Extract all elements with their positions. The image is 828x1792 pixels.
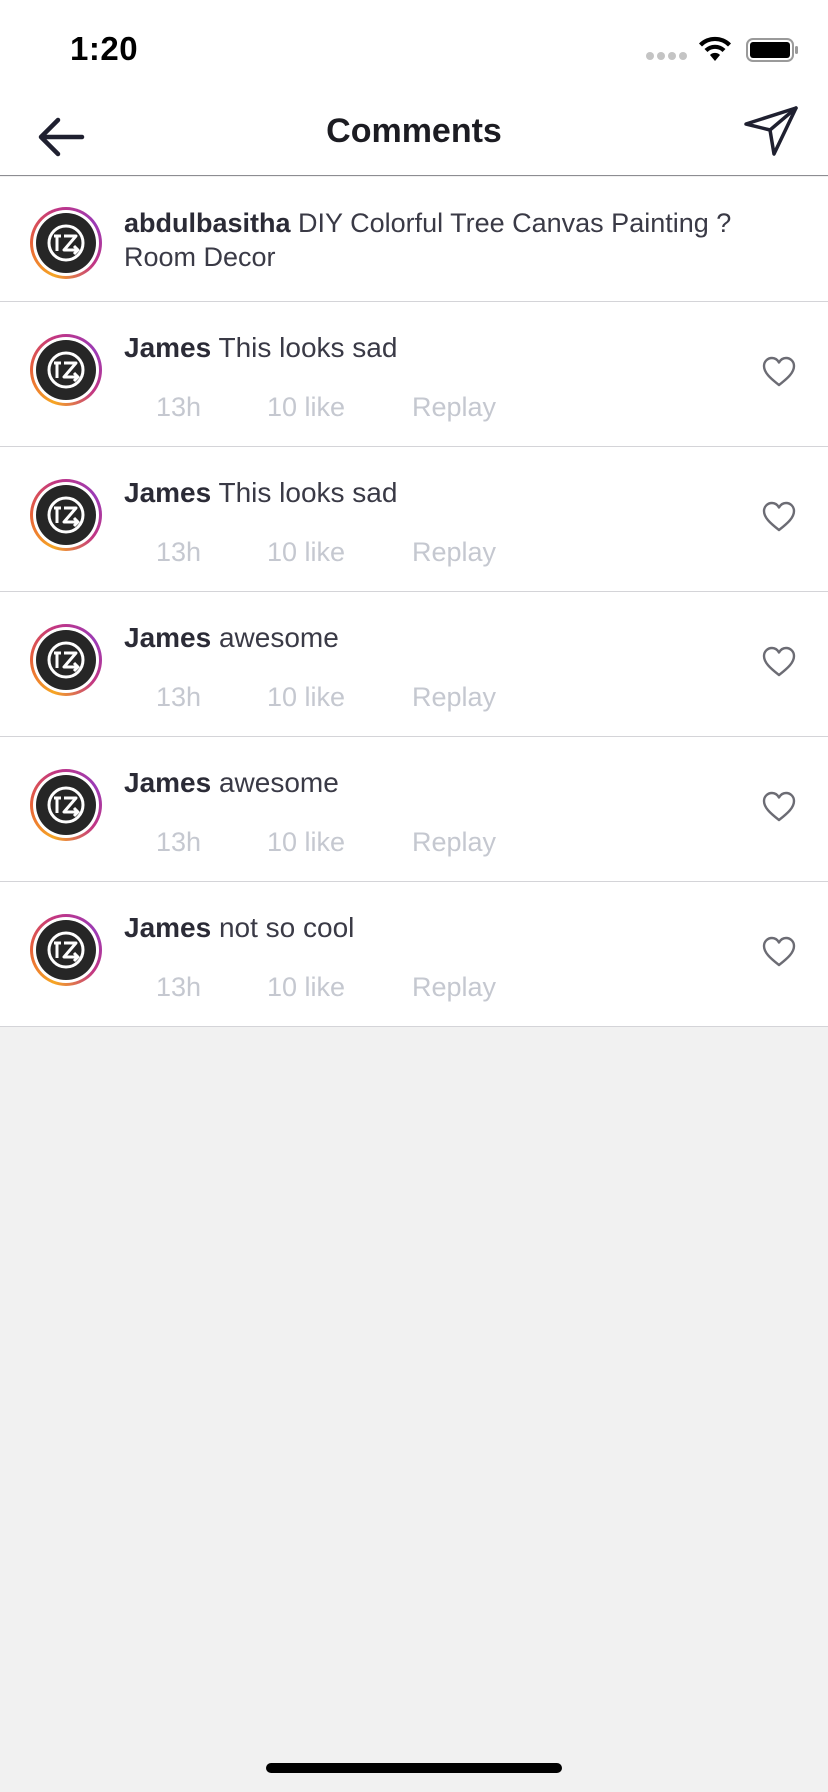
comment-username[interactable]: James bbox=[124, 912, 211, 943]
comment-time: 13h bbox=[156, 682, 202, 712]
avatar[interactable] bbox=[30, 334, 102, 406]
comment-username[interactable]: James bbox=[124, 622, 211, 653]
heart-icon bbox=[762, 936, 796, 967]
comment-text: James This looks sad bbox=[124, 477, 397, 509]
battery-icon bbox=[746, 38, 798, 62]
logo-icon bbox=[47, 224, 85, 262]
comment-text: James awesome bbox=[124, 622, 339, 654]
comment-likes[interactable]: 10 like bbox=[267, 827, 345, 858]
reply-button[interactable]: Replay bbox=[412, 682, 496, 713]
comment-row: James not so cool 13h 10 like Replay bbox=[0, 882, 828, 1027]
caption-row: abdulbasitha DIY Colorful Tree Canvas Pa… bbox=[0, 177, 828, 302]
like-button[interactable] bbox=[762, 646, 796, 678]
avatar[interactable] bbox=[30, 914, 102, 986]
comment-text: James This looks sad bbox=[124, 332, 397, 364]
comment-username[interactable]: James bbox=[124, 767, 211, 798]
like-button[interactable] bbox=[762, 936, 796, 968]
caption-text: abdulbasitha DIY Colorful Tree Canvas Pa… bbox=[124, 206, 794, 274]
reply-button[interactable]: Replay bbox=[412, 392, 496, 423]
caption-username[interactable]: abdulbasitha bbox=[124, 208, 291, 238]
comment-likes[interactable]: 10 like bbox=[267, 682, 345, 713]
comment-likes[interactable]: 10 like bbox=[267, 392, 345, 423]
like-button[interactable] bbox=[762, 356, 796, 388]
home-indicator[interactable] bbox=[266, 1763, 562, 1773]
reply-button[interactable]: Replay bbox=[412, 827, 496, 858]
comment-time: 13h bbox=[156, 537, 202, 567]
logo-icon bbox=[47, 786, 85, 824]
comment-username[interactable]: James bbox=[124, 477, 211, 508]
page-title: Comments bbox=[326, 112, 502, 150]
reply-button[interactable]: Replay bbox=[412, 972, 496, 1003]
comment-time: 13h bbox=[156, 972, 202, 1002]
logo-icon bbox=[47, 496, 85, 534]
comment-username[interactable]: James bbox=[124, 332, 211, 363]
heart-icon bbox=[762, 646, 796, 677]
logo-icon bbox=[47, 641, 85, 679]
comment-body: not so cool bbox=[218, 912, 355, 943]
logo-icon bbox=[47, 931, 85, 969]
navigation-bar: Comments bbox=[0, 100, 828, 176]
send-button[interactable] bbox=[744, 106, 798, 156]
wifi-icon bbox=[699, 36, 731, 61]
comment-body: awesome bbox=[218, 622, 339, 653]
heart-icon bbox=[762, 501, 796, 532]
status-bar: 1:20 bbox=[0, 0, 828, 100]
comment-text: James awesome bbox=[124, 767, 339, 799]
avatar[interactable] bbox=[30, 769, 102, 841]
comment-body: This looks sad bbox=[218, 332, 398, 363]
comment-time: 13h bbox=[156, 827, 202, 857]
comments-list: abdulbasitha DIY Colorful Tree Canvas Pa… bbox=[0, 177, 828, 1027]
comment-row: James This looks sad 13h 10 like Replay bbox=[0, 447, 828, 592]
comment-time: 13h bbox=[156, 392, 202, 422]
status-time: 1:20 bbox=[70, 30, 139, 67]
logo-icon bbox=[47, 351, 85, 389]
signal-icon bbox=[646, 52, 687, 60]
reply-button[interactable]: Replay bbox=[412, 537, 496, 568]
comment-row: James awesome 13h 10 like Replay bbox=[0, 737, 828, 882]
like-button[interactable] bbox=[762, 501, 796, 533]
heart-icon bbox=[762, 791, 796, 822]
like-button[interactable] bbox=[762, 791, 796, 823]
comment-text: James not so cool bbox=[124, 912, 354, 944]
heart-icon bbox=[762, 356, 796, 387]
comment-likes[interactable]: 10 like bbox=[267, 972, 345, 1003]
comment-row: James awesome 13h 10 like Replay bbox=[0, 592, 828, 737]
comment-body: awesome bbox=[218, 767, 339, 798]
avatar[interactable] bbox=[30, 479, 102, 551]
comment-row: James This looks sad 13h 10 like Replay bbox=[0, 302, 828, 447]
avatar[interactable] bbox=[30, 624, 102, 696]
avatar[interactable] bbox=[30, 207, 102, 279]
comment-body: This looks sad bbox=[218, 477, 398, 508]
paper-plane-icon bbox=[744, 106, 798, 156]
comment-likes[interactable]: 10 like bbox=[267, 537, 345, 568]
